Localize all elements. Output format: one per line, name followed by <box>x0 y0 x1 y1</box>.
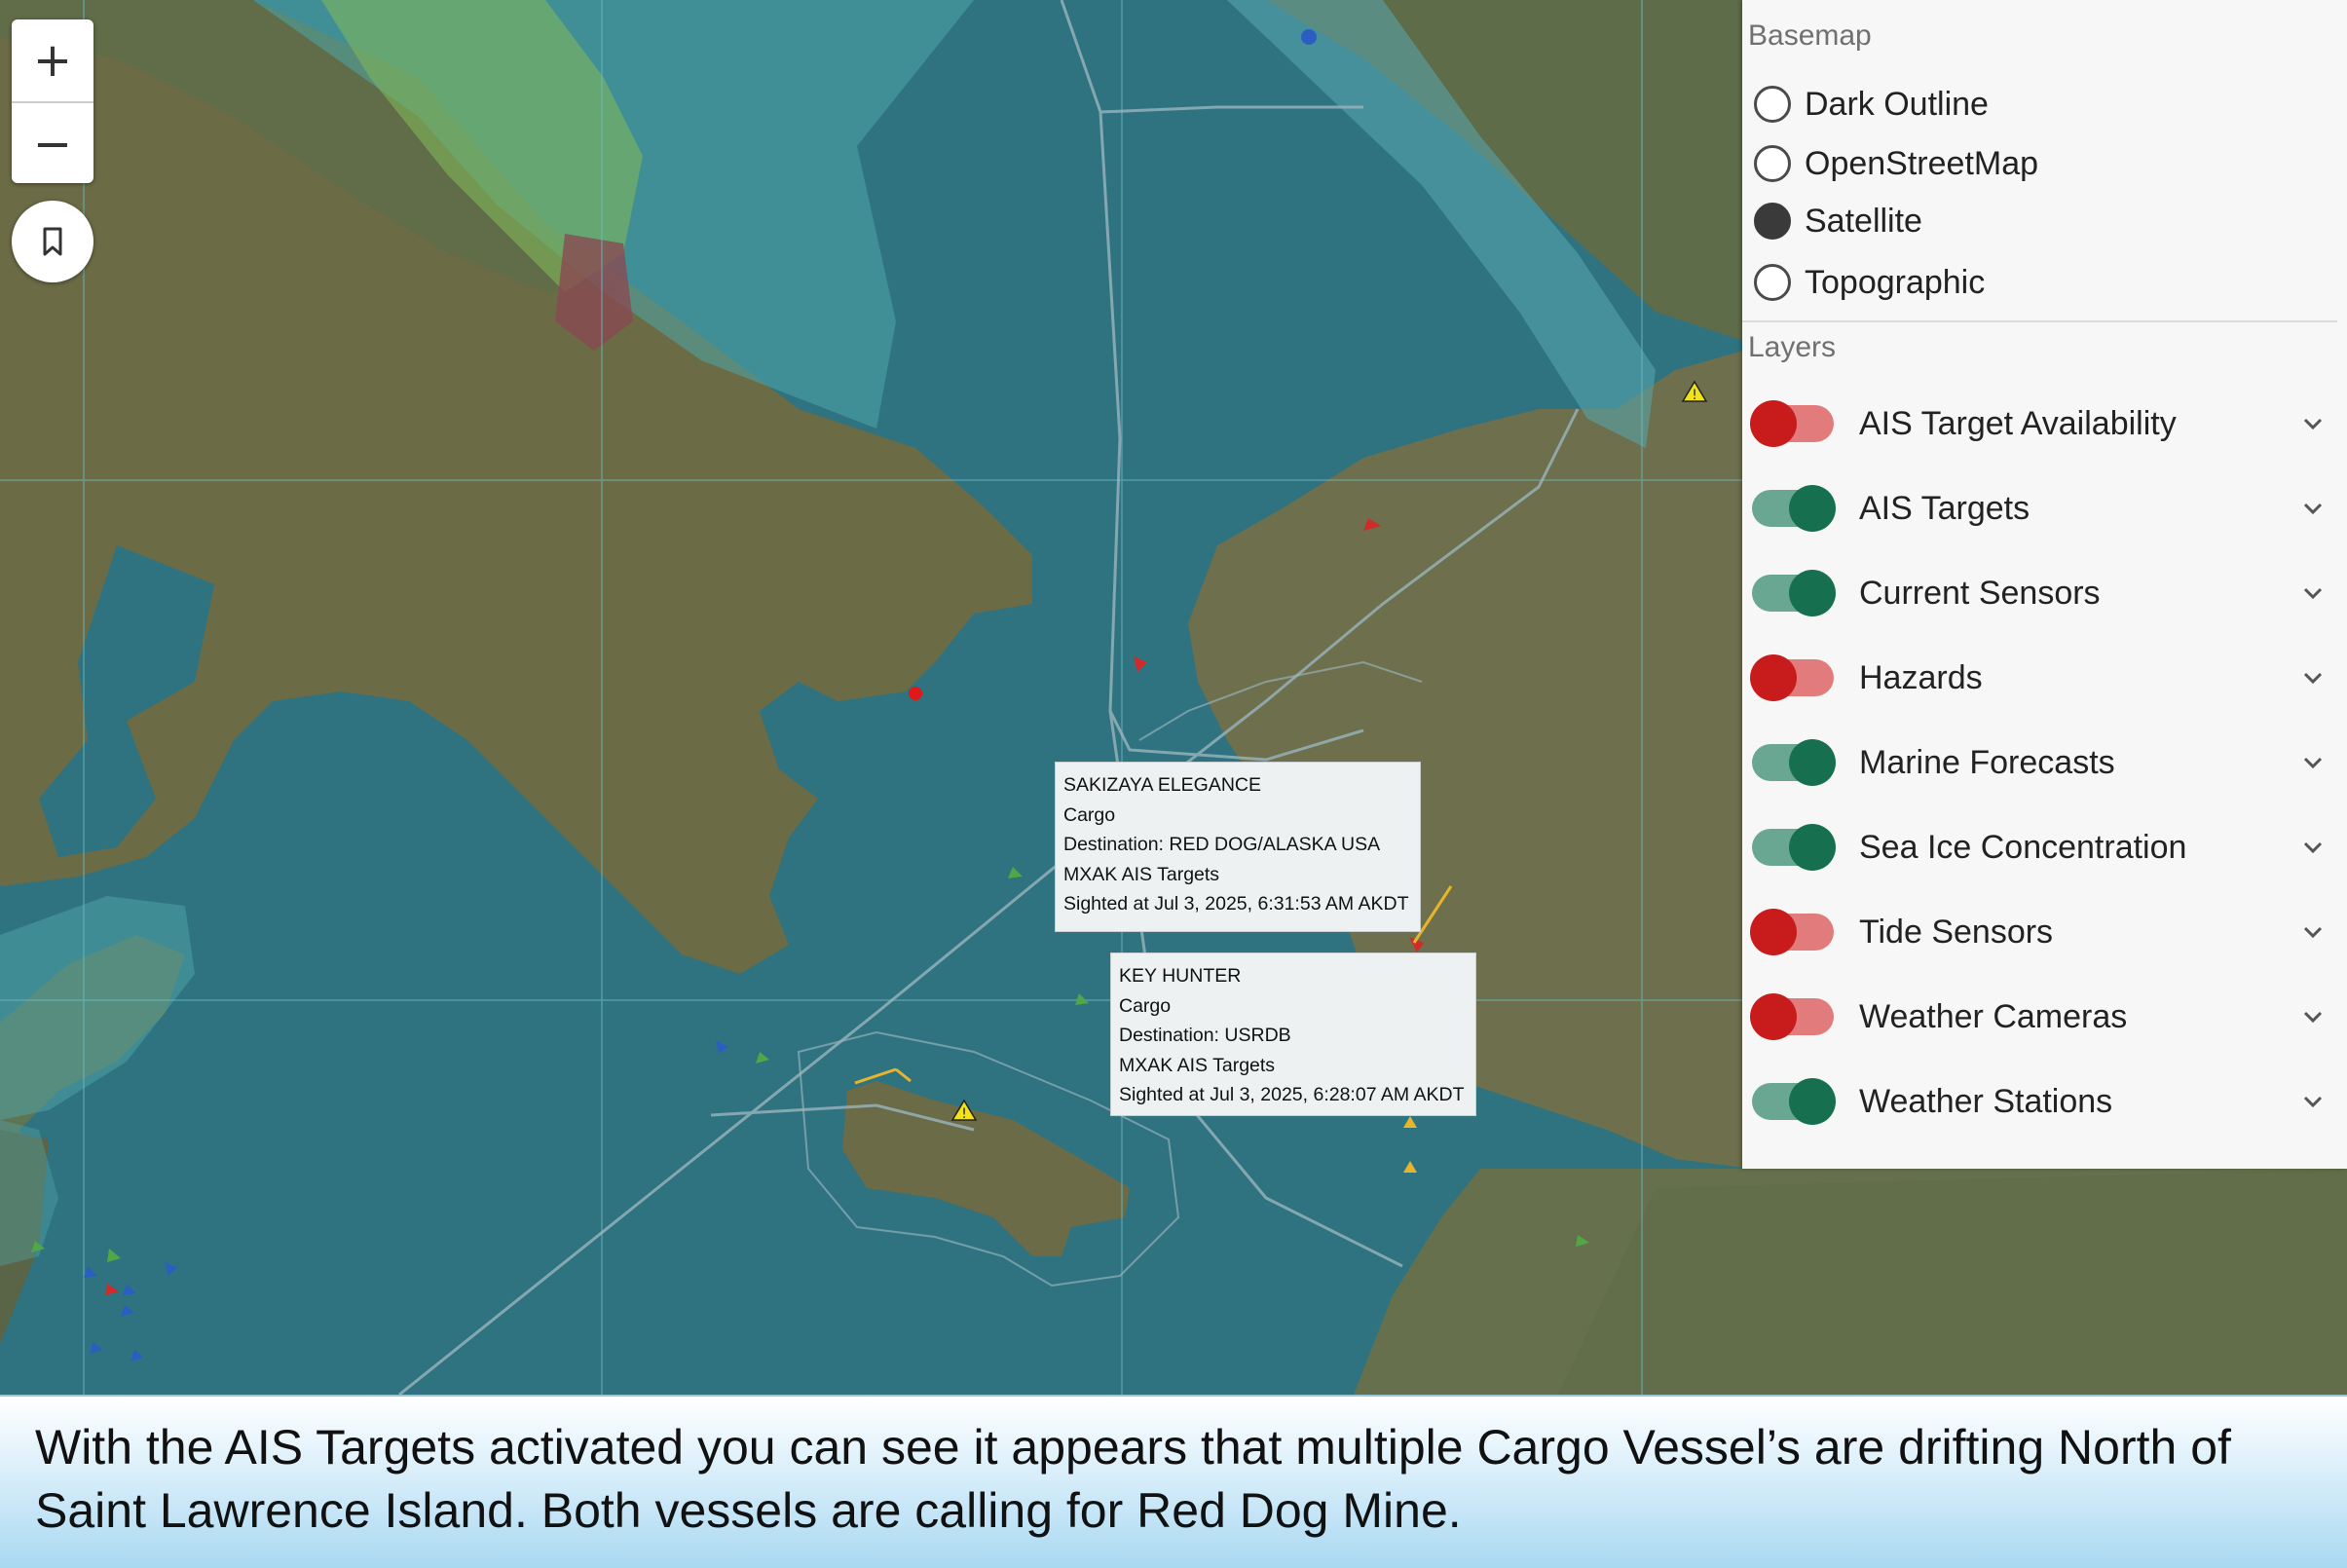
popup-source: MXAK AIS Targets <box>1063 863 1220 885</box>
layer-label: Sea Ice Concentration <box>1859 828 2187 866</box>
popup-destination: Destination: RED DOG/ALASKA USA <box>1063 834 1381 855</box>
basemap-option-label: OpenStreetMap <box>1805 144 2039 182</box>
vessel-popup-sakizaya: SAKIZAYA ELEGANCE Cargo Destination: RED… <box>1055 762 1421 932</box>
layer-row-weather-stations: Weather Stations <box>1752 1072 2336 1131</box>
chevron-down-icon[interactable] <box>2295 915 2330 950</box>
caption-text: With the AIS Targets activated you can s… <box>35 1420 2231 1538</box>
layer-label: Weather Cameras <box>1859 997 2128 1035</box>
layer-toggle[interactable] <box>1752 1078 1836 1125</box>
vessel-popup-key-hunter: KEY HUNTER Cargo Destination: USRDB MXAK… <box>1110 952 1476 1116</box>
layer-label: Weather Stations <box>1859 1082 2113 1120</box>
zoom-in-button[interactable]: + <box>12 19 93 101</box>
popup-vessel-name: KEY HUNTER <box>1119 965 1242 987</box>
basemap-option-openstreetmap[interactable]: OpenStreetMap <box>1754 139 2038 188</box>
layer-label: Current Sensors <box>1859 574 2101 612</box>
popup-destination: Destination: USRDB <box>1119 1025 1291 1046</box>
layer-toggle[interactable] <box>1750 654 1834 701</box>
chevron-down-icon[interactable] <box>2295 999 2330 1034</box>
chevron-down-icon[interactable] <box>2295 406 2330 441</box>
basemap-option-topographic[interactable]: Topographic <box>1754 258 1985 307</box>
chevron-down-icon[interactable] <box>2295 1084 2330 1119</box>
basemap-option-dark-outline[interactable]: Dark Outline <box>1754 80 1989 129</box>
layers-section-label: Layers <box>1748 331 1837 363</box>
layer-label: Tide Sensors <box>1859 913 2054 951</box>
layer-toggle[interactable] <box>1752 570 1836 616</box>
layer-toggle[interactable] <box>1750 993 1834 1040</box>
chevron-down-icon[interactable] <box>2295 830 2330 865</box>
layer-label: Hazards <box>1859 658 1983 696</box>
layer-row-sea-ice-concentration: Sea Ice Concentration <box>1752 818 2336 877</box>
chevron-down-icon[interactable] <box>2295 745 2330 780</box>
layer-label: AIS Targets <box>1859 489 2030 527</box>
svg-text:!: ! <box>961 1106 967 1122</box>
layer-row-weather-cameras: Weather Cameras <box>1750 988 2336 1046</box>
chevron-down-icon[interactable] <box>2295 491 2330 526</box>
section-divider <box>1742 320 2337 322</box>
basemap-section-label: Basemap <box>1748 19 1872 52</box>
basemap-option-label: Dark Outline <box>1805 85 1989 123</box>
layer-row-tide-sensors: Tide Sensors <box>1750 903 2336 961</box>
chevron-down-icon[interactable] <box>2295 660 2330 695</box>
popup-sighted: Sighted at Jul 3, 2025, 6:31:53 AM AKDT <box>1063 893 1409 915</box>
basemap-option-label: Satellite <box>1805 202 1922 240</box>
layer-toggle[interactable] <box>1752 485 1836 532</box>
radio-button[interactable] <box>1754 145 1791 182</box>
bookmark-icon <box>43 227 62 256</box>
layer-label: AIS Target Availability <box>1859 404 2177 442</box>
layer-panel: Basemap Dark Outline OpenStreetMap Satel… <box>1742 0 2347 1169</box>
layer-toggle[interactable] <box>1750 909 1834 955</box>
chevron-down-icon[interactable] <box>2295 576 2330 611</box>
popup-source: MXAK AIS Targets <box>1119 1054 1276 1076</box>
zoom-out-button[interactable]: − <box>12 101 93 183</box>
layer-toggle[interactable] <box>1752 739 1836 786</box>
radio-button[interactable] <box>1754 86 1791 123</box>
layer-row-hazards: Hazards <box>1750 649 2336 707</box>
layer-row-marine-forecasts: Marine Forecasts <box>1752 733 2336 792</box>
layer-toggle[interactable] <box>1750 400 1834 447</box>
popup-sighted: Sighted at Jul 3, 2025, 6:28:07 AM AKDT <box>1119 1084 1465 1105</box>
popup-vessel-type: Cargo <box>1063 803 1116 826</box>
popup-vessel-type: Cargo <box>1119 994 1172 1017</box>
radio-button[interactable] <box>1754 264 1791 301</box>
zoom-controls: + − <box>12 19 93 183</box>
layer-row-ais-targets: AIS Targets <box>1752 479 2336 538</box>
svg-text:!: ! <box>1692 388 1697 403</box>
layer-row-ais-target-availability: AIS Target Availability <box>1750 394 2336 453</box>
basemap-option-label: Topographic <box>1805 263 1986 301</box>
bookmark-button[interactable] <box>12 201 93 282</box>
popup-vessel-name: SAKIZAYA ELEGANCE <box>1063 774 1262 796</box>
layer-row-current-sensors: Current Sensors <box>1752 564 2336 622</box>
basemap-option-satellite[interactable]: Satellite <box>1754 197 1922 245</box>
layer-label: Marine Forecasts <box>1859 743 2115 781</box>
radio-button-selected[interactable] <box>1754 203 1791 240</box>
caption-banner: With the AIS Targets activated you can s… <box>0 1395 2347 1568</box>
layer-toggle[interactable] <box>1752 824 1836 871</box>
